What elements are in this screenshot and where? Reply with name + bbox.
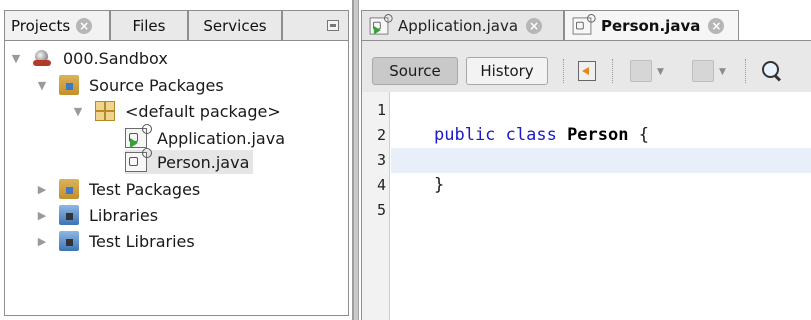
collapsed-arrow-icon[interactable]: ▶ bbox=[35, 208, 49, 222]
editor-toolbar: Source History ▼ ▼ bbox=[361, 40, 811, 92]
tab-services-label: Services bbox=[203, 16, 267, 35]
toolbar-separator bbox=[563, 59, 564, 83]
tab-projects-label: Projects bbox=[11, 16, 71, 35]
code-editor[interactable]: 1 2 3 4 5 public class Person { } bbox=[361, 92, 811, 320]
java-class-icon bbox=[125, 148, 152, 172]
back-icon[interactable] bbox=[630, 60, 652, 82]
editor-tab-label: Person.java bbox=[601, 16, 701, 35]
chevron-down-icon[interactable]: ▼ bbox=[657, 67, 664, 77]
code-brace-close: } bbox=[434, 175, 445, 195]
code-line-2[interactable]: public class Person { bbox=[434, 123, 649, 148]
panel-tab-bar: Projects × Files Services bbox=[4, 10, 349, 40]
tree-node-label: Test Packages bbox=[89, 179, 201, 199]
line-number: 3 bbox=[376, 151, 386, 169]
editor-tab-bar: Application.java × Person.java × bbox=[361, 10, 811, 40]
line-number: 5 bbox=[376, 201, 386, 219]
close-icon[interactable]: × bbox=[76, 17, 93, 34]
java-main-class-icon bbox=[369, 13, 393, 34]
editor-tab-person[interactable]: Person.java × bbox=[564, 10, 739, 40]
editor-tab-application[interactable]: Application.java × bbox=[361, 10, 564, 40]
tree-node-test-libraries[interactable]: ▶ Test Libraries bbox=[35, 229, 195, 253]
library-folder-icon bbox=[59, 231, 79, 251]
expanded-arrow-icon[interactable]: ▼ bbox=[9, 51, 23, 65]
line-number: 1 bbox=[376, 101, 386, 119]
java-main-class-icon bbox=[125, 124, 152, 148]
chevron-down-icon[interactable]: ▼ bbox=[719, 67, 726, 77]
current-line-highlight bbox=[391, 148, 811, 173]
tree-node-person-java[interactable]: Person.java bbox=[125, 148, 254, 174]
editor-tab-label: Application.java bbox=[398, 16, 519, 35]
forward-icon[interactable] bbox=[692, 60, 714, 82]
source-button[interactable]: Source bbox=[372, 57, 458, 85]
tree-node-default-package[interactable]: ▼ <default package> bbox=[71, 99, 281, 123]
projects-panel: Projects × Files Services ▼ 000.Sandbox … bbox=[0, 0, 353, 320]
package-folder-icon bbox=[59, 179, 79, 199]
history-button[interactable]: History bbox=[466, 57, 548, 85]
tree-node-label: 000.Sandbox bbox=[63, 48, 168, 68]
close-icon[interactable]: × bbox=[526, 17, 543, 34]
library-folder-icon bbox=[59, 205, 79, 225]
tree-node-label: Test Libraries bbox=[89, 231, 195, 251]
tree-node-source-packages[interactable]: ▼ Source Packages bbox=[35, 73, 224, 97]
line-number: 4 bbox=[376, 176, 386, 194]
tree-node-label: Source Packages bbox=[89, 75, 224, 95]
last-edit-icon[interactable] bbox=[576, 60, 598, 82]
tree-node-application-java[interactable]: Application.java bbox=[125, 124, 286, 150]
tree-node-label: <default package> bbox=[125, 101, 281, 121]
package-folder-icon bbox=[59, 75, 79, 95]
collapsed-arrow-icon[interactable]: ▶ bbox=[35, 182, 49, 196]
tab-files[interactable]: Files bbox=[110, 10, 188, 40]
search-icon[interactable] bbox=[761, 60, 783, 82]
editor-panel: Application.java × Person.java × Source … bbox=[359, 0, 811, 320]
collapsed-arrow-icon[interactable]: ▶ bbox=[35, 234, 49, 248]
line-number: 2 bbox=[376, 126, 386, 144]
close-icon[interactable]: × bbox=[708, 17, 725, 34]
project-tree[interactable]: ▼ 000.Sandbox ▼ Source Packages ▼ <defau… bbox=[4, 40, 349, 316]
tab-bar-filler bbox=[282, 10, 349, 40]
code-line-4[interactable]: } bbox=[434, 173, 444, 198]
tab-files-label: Files bbox=[132, 16, 166, 35]
project-icon bbox=[33, 48, 53, 68]
code-keywords: public class bbox=[434, 125, 568, 145]
code-brace-open: { bbox=[628, 125, 649, 145]
package-icon bbox=[95, 101, 115, 121]
tab-projects[interactable]: Projects × bbox=[4, 10, 110, 40]
tree-node-project[interactable]: ▼ 000.Sandbox bbox=[9, 46, 168, 70]
expanded-arrow-icon[interactable]: ▼ bbox=[35, 78, 49, 92]
tree-node-label: Person.java bbox=[157, 152, 250, 172]
code-class-name: Person bbox=[567, 125, 629, 145]
line-number-gutter: 1 2 3 4 5 bbox=[362, 92, 390, 320]
toolbar-separator bbox=[745, 59, 746, 83]
tab-services[interactable]: Services bbox=[188, 10, 282, 40]
toolbar-separator bbox=[612, 59, 613, 83]
tree-node-test-packages[interactable]: ▶ Test Packages bbox=[35, 177, 200, 201]
tree-node-libraries[interactable]: ▶ Libraries bbox=[35, 203, 158, 227]
java-class-icon bbox=[572, 13, 596, 34]
minimize-icon[interactable] bbox=[327, 20, 339, 31]
tree-node-label: Libraries bbox=[89, 205, 159, 225]
tree-node-label: Application.java bbox=[157, 128, 286, 148]
editor-tab-filler bbox=[739, 10, 811, 40]
expanded-arrow-icon[interactable]: ▼ bbox=[71, 104, 85, 118]
